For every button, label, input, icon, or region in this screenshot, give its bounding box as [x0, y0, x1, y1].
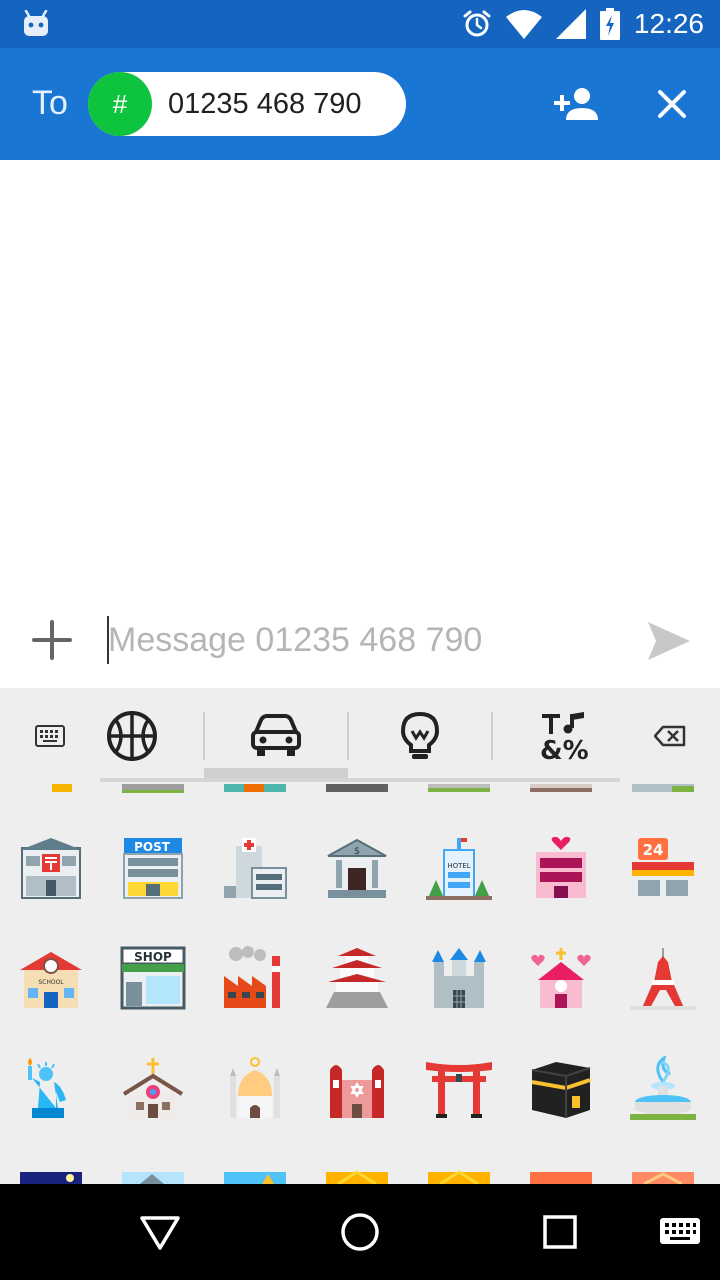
- send-icon[interactable]: [646, 620, 692, 662]
- emoji-synagogue[interactable]: [324, 1056, 390, 1122]
- emoji-love-hotel[interactable]: [528, 836, 594, 902]
- emoji-partial: [326, 1170, 388, 1184]
- svg-text:24: 24: [643, 841, 664, 859]
- add-person-icon[interactable]: [554, 86, 598, 122]
- emoji-wedding-chapel[interactable]: [528, 946, 594, 1012]
- symbols-label: &%: [540, 736, 589, 762]
- emoji-partial: [20, 1172, 82, 1184]
- recipient-avatar: #: [88, 72, 152, 136]
- emoji-partial: [632, 784, 694, 792]
- lightbulb-icon: [400, 711, 440, 759]
- to-label: To: [32, 84, 68, 122]
- tab-travel-places[interactable]: [246, 702, 306, 770]
- tab-objects[interactable]: [390, 702, 450, 770]
- emoji-post-office[interactable]: POST: [120, 836, 186, 902]
- emoji-partial: [122, 784, 184, 793]
- emoji-partial: [122, 1172, 184, 1184]
- back-icon[interactable]: [136, 1208, 184, 1256]
- keyboard-switch-icon[interactable]: [656, 1208, 704, 1256]
- symbols-icon: &%: [540, 712, 589, 762]
- emoji-fountain[interactable]: [630, 1056, 696, 1122]
- emoji-department-store[interactable]: SHOP: [120, 946, 186, 1012]
- tab-keyboard-toggle[interactable]: [20, 702, 80, 770]
- emoji-partial: [632, 1172, 694, 1184]
- emoji-bank[interactable]: $: [324, 836, 390, 902]
- tab-divider: [491, 712, 493, 760]
- emoji-partial: [224, 784, 286, 792]
- tab-symbols[interactable]: &%: [534, 702, 594, 770]
- car-icon: [251, 714, 301, 756]
- emoji-grid: POST $ HOTEL 24 SCHOOL SHOP: [0, 784, 720, 1184]
- emoji-hotel[interactable]: HOTEL: [426, 836, 492, 902]
- svg-text:POST: POST: [134, 840, 171, 854]
- tab-divider: [203, 712, 205, 760]
- battery-charging-icon: [599, 8, 620, 40]
- status-bar: 12:26: [0, 0, 720, 48]
- tab-divider: [347, 712, 349, 760]
- basketball-icon: [107, 711, 157, 761]
- emoji-school[interactable]: SCHOOL: [18, 946, 84, 1012]
- emoji-tokyo-tower[interactable]: [630, 946, 696, 1012]
- svg-text:SHOP: SHOP: [134, 950, 172, 964]
- message-input[interactable]: [108, 612, 628, 668]
- conversation-area: [0, 160, 720, 600]
- emoji-partial: [52, 784, 72, 792]
- clock: 12:26: [633, 8, 704, 39]
- alarm-icon: [463, 10, 491, 37]
- home-icon[interactable]: [336, 1208, 384, 1256]
- recipient-chip[interactable]: # 01235 468 790: [88, 72, 406, 136]
- emoji-keyboard: &% POST $ HOTEL 24 SCHOOL SHOP: [0, 688, 720, 1184]
- emoji-mosque[interactable]: [222, 1056, 288, 1122]
- tab-delete[interactable]: [640, 702, 700, 770]
- add-icon[interactable]: [30, 618, 74, 662]
- emoji-japanese-post-office[interactable]: [18, 836, 84, 902]
- emoji-church[interactable]: [120, 1056, 186, 1122]
- emoji-european-castle[interactable]: [426, 946, 492, 1012]
- close-icon[interactable]: [652, 84, 692, 124]
- emoji-category-tabs: &%: [0, 688, 720, 784]
- wifi-icon: [505, 10, 542, 39]
- tab-activity[interactable]: [102, 702, 162, 770]
- signal-icon: [555, 9, 586, 39]
- keyboard-icon: [35, 725, 65, 747]
- emoji-hospital[interactable]: [222, 836, 288, 902]
- emoji-japanese-castle[interactable]: [324, 946, 390, 1012]
- app-bar: To # 01235 468 790: [0, 48, 720, 160]
- svg-text:$: $: [354, 846, 360, 857]
- recipient-number: 01235 468 790: [168, 87, 362, 120]
- emoji-shinto-shrine[interactable]: [426, 1056, 492, 1122]
- emoji-kaaba[interactable]: [528, 1056, 594, 1122]
- recents-icon[interactable]: [536, 1208, 584, 1256]
- emoji-partial: [224, 1172, 286, 1184]
- android-icon: [24, 10, 48, 36]
- emoji-factory[interactable]: [222, 946, 288, 1012]
- emoji-convenience-store[interactable]: 24: [630, 836, 696, 902]
- svg-text:SCHOOL: SCHOOL: [38, 979, 64, 986]
- navigation-bar: [0, 1184, 720, 1280]
- category-indicator-track: [100, 778, 620, 782]
- emoji-partial: [530, 1172, 592, 1184]
- backspace-icon: [654, 725, 686, 747]
- emoji-partial: [326, 784, 388, 792]
- emoji-partial: [428, 1170, 490, 1184]
- compose-bar: [0, 600, 720, 688]
- emoji-partial: [428, 784, 490, 792]
- emoji-statue-of-liberty[interactable]: [18, 1056, 84, 1122]
- emoji-partial: [530, 784, 592, 792]
- svg-text:HOTEL: HOTEL: [447, 862, 470, 870]
